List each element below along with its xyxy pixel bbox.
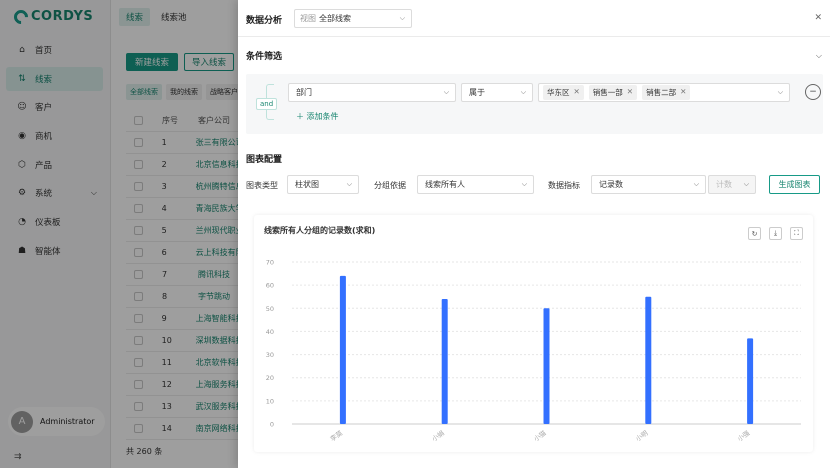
view-select[interactable]: 视图 全部线索 ⌵ bbox=[294, 9, 412, 28]
add-condition-label: 添加条件 bbox=[306, 112, 339, 121]
x-tick-label: 小娟 bbox=[430, 428, 446, 443]
data-analysis-drawer: 数据分析 视图 全部线索 ⌵ ✕ 条件筛选 ⌵ and 部门 ⌵ 属于 ⌵ 华东… bbox=[238, 0, 830, 468]
remove-tag-icon[interactable]: ✕ bbox=[627, 87, 633, 98]
remove-tag-icon[interactable]: ✕ bbox=[680, 87, 686, 98]
chevron-down-icon: ⌵ bbox=[399, 14, 405, 22]
config-section-title: 图表配置 bbox=[246, 155, 283, 165]
value-tag[interactable]: 华东区 ✕ bbox=[543, 85, 584, 100]
chart-type-label: 图表类型 bbox=[246, 181, 278, 190]
y-tick-label: 30 bbox=[266, 351, 274, 359]
condition-operator-select[interactable]: 属于 ⌵ bbox=[461, 83, 533, 102]
drawer-title: 数据分析 bbox=[246, 16, 283, 26]
chevron-down-icon: ⌵ bbox=[693, 180, 699, 188]
condition-field-select[interactable]: 部门 ⌵ bbox=[288, 83, 456, 102]
x-tick-label: 小猫 bbox=[532, 428, 548, 443]
group-by-value: 线索所有人 bbox=[425, 180, 465, 189]
remove-condition-icon[interactable]: − bbox=[805, 84, 821, 100]
y-tick-label: 10 bbox=[266, 397, 274, 405]
y-tick-label: 60 bbox=[266, 282, 274, 290]
value-tag-label: 销售二部 bbox=[646, 88, 677, 97]
chevron-down-icon: ⌵ bbox=[743, 180, 749, 188]
bar-chart: 0 10 20 30 40 50 60 70 李莫 小娟 小猫 小明 小强 bbox=[266, 259, 801, 443]
value-tag-label: 销售一部 bbox=[592, 88, 623, 97]
condition-field-value: 部门 bbox=[296, 88, 312, 97]
and-badge[interactable]: and bbox=[256, 98, 278, 110]
metric-label: 数据指标 bbox=[548, 181, 580, 190]
chart-type-select[interactable]: 柱状图 ⌵ bbox=[287, 175, 359, 194]
x-tick-label: 小强 bbox=[735, 428, 751, 443]
value-tag[interactable]: 销售一部 ✕ bbox=[588, 85, 638, 100]
value-tag-label: 华东区 bbox=[547, 88, 570, 97]
generate-chart-button[interactable]: 生成图表 bbox=[769, 175, 820, 194]
chart-card: 线索所有人分组的记录数(求和) ↻ ⤓ ⛶ 0 10 20 30 40 50 60 70 李莫小… bbox=[254, 215, 813, 452]
bar bbox=[339, 275, 346, 424]
chevron-down-icon: ⌵ bbox=[346, 180, 352, 188]
x-tick-label: 李莫 bbox=[328, 428, 344, 443]
chevron-down-icon: ⌵ bbox=[777, 88, 783, 96]
chevron-down-icon: ⌵ bbox=[520, 88, 526, 96]
chart-type-value: 柱状图 bbox=[295, 180, 319, 189]
y-tick-label: 0 bbox=[270, 421, 274, 429]
value-tag[interactable]: 销售二部 ✕ bbox=[642, 85, 691, 100]
bar bbox=[747, 338, 754, 424]
group-by-label: 分组依据 bbox=[374, 181, 406, 190]
condition-panel: and 部门 ⌵ 属于 ⌵ 华东区 ✕ 销售一部 ✕ 销售二部 ✕ ⌵ − ＋ 添加条… bbox=[246, 74, 823, 134]
y-tick-label: 20 bbox=[266, 374, 274, 382]
collapse-filter-icon[interactable]: ⌵ bbox=[816, 51, 822, 61]
chevron-down-icon: ⌵ bbox=[521, 180, 527, 188]
metric-value: 记录数 bbox=[599, 180, 623, 189]
filter-section-title: 条件筛选 bbox=[246, 52, 283, 62]
y-tick-label: 40 bbox=[266, 328, 274, 336]
close-icon[interactable]: ✕ bbox=[814, 13, 822, 23]
drawer-header: 数据分析 视图 全部线索 ⌵ ✕ bbox=[238, 0, 830, 37]
bar bbox=[645, 296, 652, 424]
remove-tag-icon[interactable]: ✕ bbox=[574, 87, 580, 98]
view-select-value: 全部线索 bbox=[319, 14, 351, 23]
modal-overlay[interactable] bbox=[0, 0, 238, 468]
y-tick-label: 70 bbox=[266, 259, 274, 267]
add-condition-button[interactable]: ＋ 添加条件 bbox=[296, 111, 339, 122]
aggregation-select[interactable]: 计数 ⌵ bbox=[708, 175, 756, 194]
condition-operator-value: 属于 bbox=[469, 88, 485, 97]
metric-select[interactable]: 记录数 ⌵ bbox=[591, 175, 706, 194]
aggregation-value: 计数 bbox=[716, 180, 732, 189]
chevron-down-icon: ⌵ bbox=[443, 88, 449, 96]
bar bbox=[543, 308, 550, 424]
y-tick-label: 50 bbox=[266, 305, 274, 313]
group-by-select[interactable]: 线索所有人 ⌵ bbox=[417, 175, 534, 194]
x-tick-label: 小明 bbox=[634, 428, 650, 443]
condition-value-select[interactable]: 华东区 ✕ 销售一部 ✕ 销售二部 ✕ ⌵ bbox=[538, 83, 790, 102]
bar bbox=[441, 299, 448, 424]
view-select-prefix: 视图 bbox=[300, 14, 316, 23]
